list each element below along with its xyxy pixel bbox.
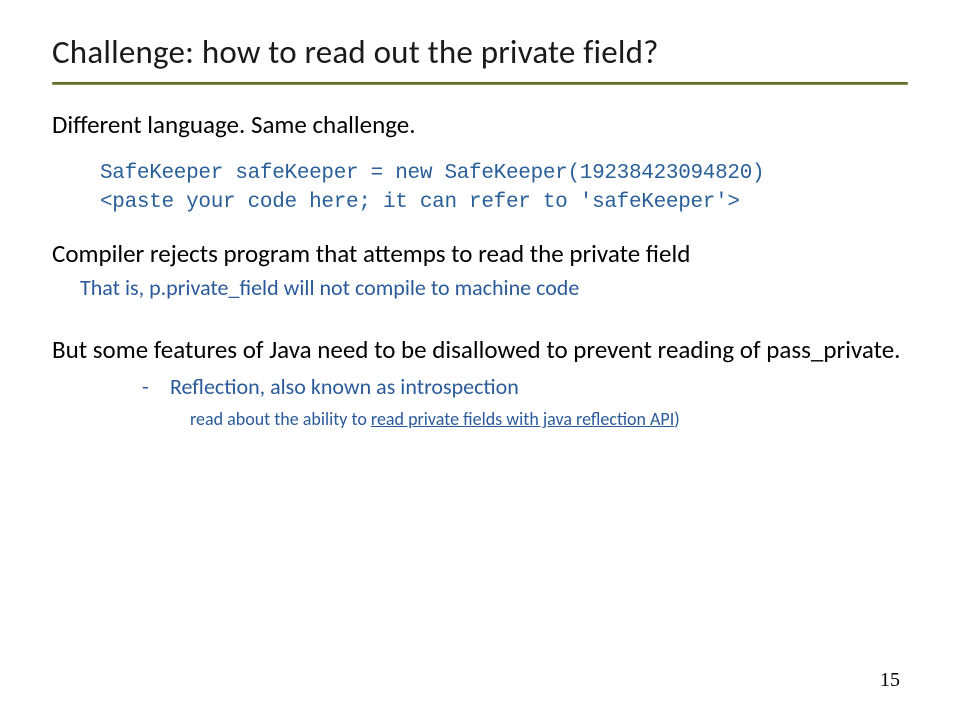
compiler-heading: Compiler rejects program that attemps to… [52, 238, 908, 269]
bullet-text: Reflection, also known as introspection [170, 373, 519, 402]
bullet-row: - Reflection, also known as introspectio… [142, 373, 908, 402]
intro-text: Different language. Same challenge. [52, 109, 908, 140]
title-divider [52, 82, 908, 85]
slide-title: Challenge: how to read out the private f… [52, 32, 908, 72]
bullet-dash: - [142, 373, 170, 400]
code-line-2: <paste your code here; it can refer to '… [100, 191, 908, 214]
read-about-line: read about the ability to read private f… [190, 408, 908, 431]
read-suffix: ) [674, 408, 679, 430]
compiler-note: That is, p.private_field will not compil… [80, 274, 908, 303]
read-prefix: read about the ability to [190, 408, 371, 430]
reflection-api-link[interactable]: read private fields with java reflection… [371, 408, 674, 430]
page-number: 15 [880, 669, 900, 692]
code-line-1: SafeKeeper safeKeeper = new SafeKeeper(1… [100, 162, 908, 185]
java-heading: But some features of Java need to be dis… [52, 334, 908, 365]
